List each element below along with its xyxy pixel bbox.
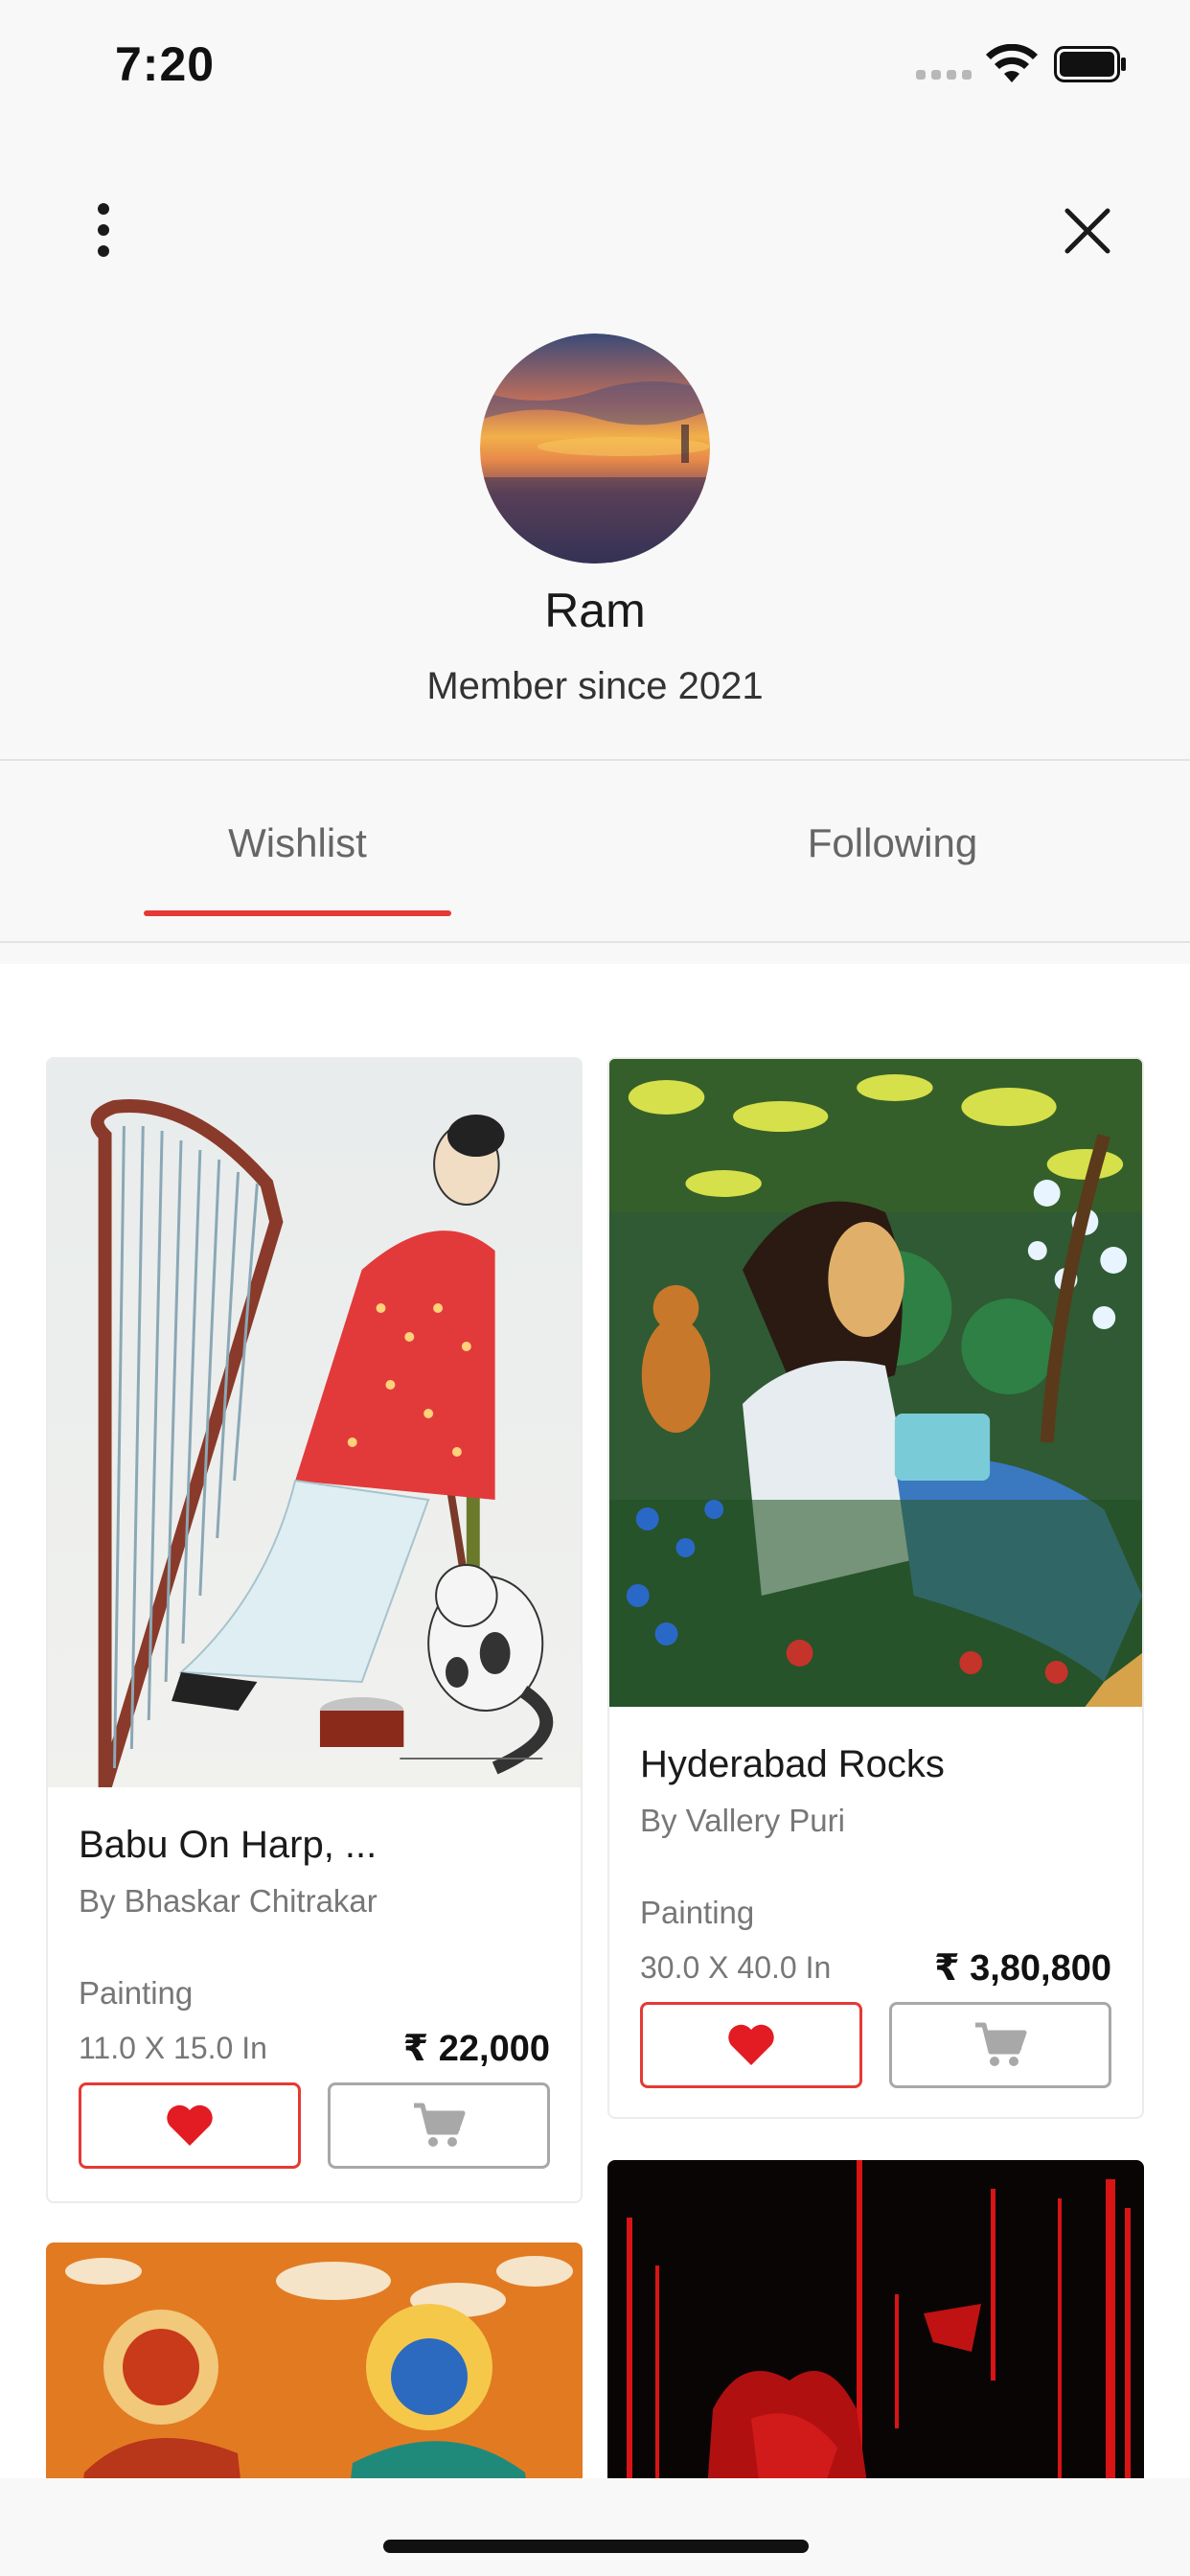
artwork-image[interactable] <box>46 2242 583 2478</box>
divider <box>0 941 1190 943</box>
heart-icon <box>728 2024 774 2065</box>
artwork-size: 30.0 X 40.0 In <box>640 1950 832 1985</box>
profile-name: Ram <box>544 584 646 637</box>
artwork-category: Painting <box>640 1895 755 1930</box>
artwork-artist[interactable]: By Vallery Puri <box>640 1803 845 1839</box>
wifi-icon <box>986 44 1038 82</box>
more-vertical-icon <box>98 203 109 215</box>
artwork-image[interactable] <box>607 2160 1144 2478</box>
add-to-cart-button[interactable] <box>889 2002 1111 2088</box>
divider <box>0 759 1190 761</box>
battery-icon <box>1054 46 1126 82</box>
avatar[interactable] <box>480 334 710 564</box>
more-options-button[interactable] <box>75 192 132 268</box>
home-indicator[interactable] <box>383 2540 809 2553</box>
profile-screen: 7:20 Ram Member since 2021 Wishlist Foll… <box>0 0 1190 2576</box>
tab-wishlist[interactable]: Wishlist <box>0 820 595 866</box>
cart-icon <box>414 2103 466 2147</box>
add-to-cart-button[interactable] <box>328 2082 550 2169</box>
active-tab-indicator <box>144 910 451 916</box>
artwork-card[interactable]: Babu On Harp, ... By Bhaskar Chitrakar P… <box>46 1057 583 2203</box>
close-icon <box>1064 208 1110 254</box>
artwork-image[interactable] <box>48 1059 581 1787</box>
artwork-title[interactable]: Hyderabad Rocks <box>640 1743 945 1786</box>
artwork-card[interactable]: Hyderabad Rocks By Vallery Puri Painting… <box>607 1057 1144 2119</box>
artwork-size: 11.0 X 15.0 In <box>79 2031 267 2065</box>
artwork-price: ₹ 3,80,800 <box>934 1948 1111 1989</box>
artwork-category: Painting <box>79 1975 194 2011</box>
artwork-card[interactable] <box>46 2242 583 2478</box>
close-button[interactable] <box>1054 192 1121 268</box>
wishlist-button[interactable] <box>79 2082 301 2169</box>
artwork-title[interactable]: Babu On Harp, ... <box>79 1824 377 1867</box>
tab-following[interactable]: Following <box>595 820 1190 866</box>
wishlist-grid: Babu On Harp, ... By Bhaskar Chitrakar P… <box>0 964 1190 2478</box>
artwork-price: ₹ 22,000 <box>402 2029 550 2069</box>
status-time: 7:20 <box>115 37 216 91</box>
member-since: Member since 2021 <box>426 665 764 707</box>
heart-icon <box>167 2104 213 2146</box>
artwork-card[interactable] <box>607 2160 1144 2478</box>
artwork-image[interactable] <box>609 1059 1142 1707</box>
cart-icon <box>975 2022 1027 2066</box>
cellular-signal-icon <box>916 70 972 80</box>
home-indicator-area <box>0 2478 1190 2576</box>
wishlist-button[interactable] <box>640 2002 862 2088</box>
status-bar: 7:20 <box>0 0 1190 134</box>
artwork-artist[interactable]: By Bhaskar Chitrakar <box>79 1883 378 1920</box>
